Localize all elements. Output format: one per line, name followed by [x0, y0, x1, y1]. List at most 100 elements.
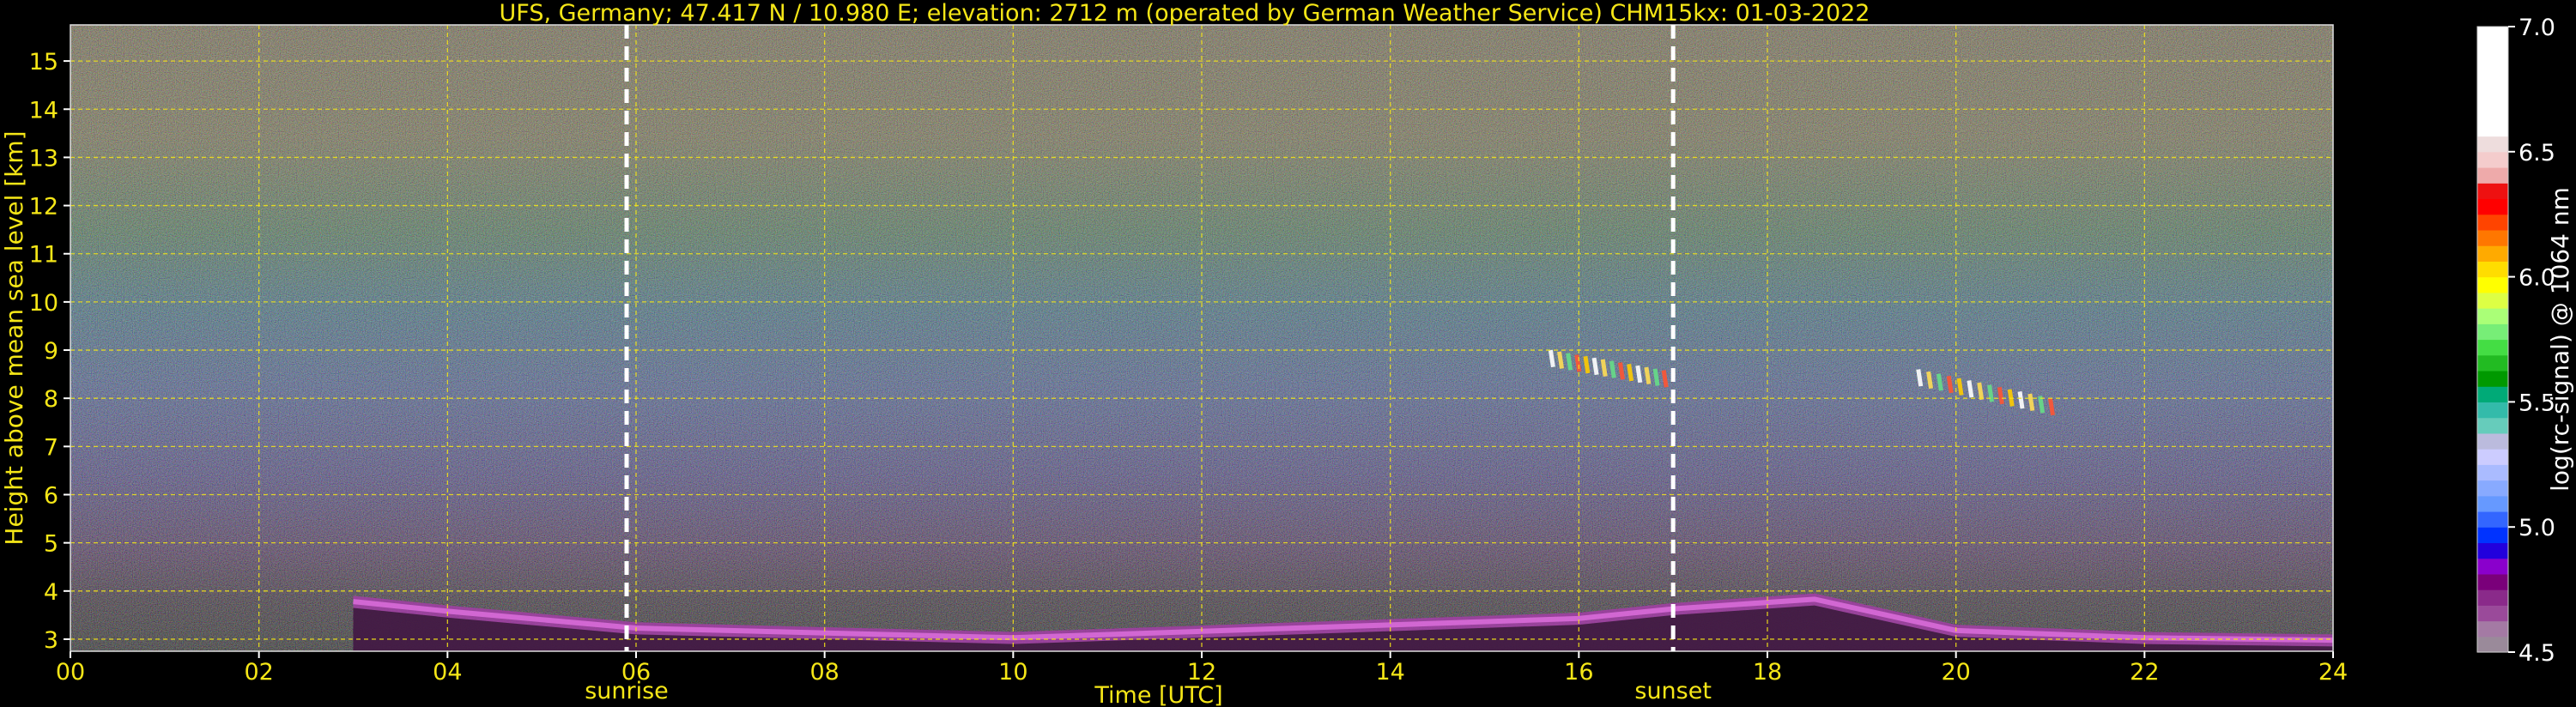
cloud-mark	[1627, 363, 1634, 382]
x-tick-label: 02	[244, 659, 273, 686]
colorbar-segment	[2477, 214, 2508, 231]
y-tick-label: 7	[44, 434, 58, 461]
x-tick-label: 22	[2130, 659, 2159, 686]
cloud-mark	[1967, 380, 1974, 398]
colorbar-segment	[2477, 73, 2508, 90]
colorbar-segment	[2477, 151, 2508, 168]
x-tick-label: 24	[2318, 659, 2348, 686]
cloud-mark	[1609, 360, 1616, 378]
colorbar-tick-label: 7.0	[2518, 15, 2555, 41]
y-tick-label: 6	[44, 483, 58, 510]
y-tick-label: 9	[44, 338, 58, 365]
colorbar-segment	[2477, 136, 2508, 153]
colorbar-segment	[2477, 276, 2508, 293]
colorbar-segment	[2477, 370, 2508, 387]
colorbar-segment	[2477, 527, 2508, 544]
sunset-label: sunset	[1634, 678, 1712, 704]
cloud-mark	[1987, 384, 1995, 402]
y-tick-label: 8	[44, 386, 58, 413]
x-tick-label: 14	[1375, 659, 1404, 686]
cloud-mark	[1661, 370, 1669, 388]
y-tick-label: 10	[29, 290, 58, 317]
cloud-mark	[1977, 382, 1985, 401]
cloud-mark	[1956, 378, 1964, 396]
colorbar-segment	[2477, 402, 2508, 419]
colorbar-segment	[2477, 308, 2508, 324]
colorbar-segment	[2477, 464, 2508, 481]
cloud-mark	[1652, 368, 1660, 386]
cloud-mark	[1916, 369, 1924, 387]
colorbar-label: log(rc-signal) @ 1064 nm	[2546, 187, 2574, 492]
colorbar-segment	[2477, 605, 2508, 622]
cloud-mark	[1946, 375, 1954, 394]
colorbar-segment	[2477, 245, 2508, 262]
ceilometer-chart: 00 02 04 06 08 10 12 14 16 18 20 22 2434567891011121…	[0, 0, 2574, 707]
y-axis-label: Height above mean sea level [km]	[0, 130, 28, 545]
y-tick-label: 14	[29, 97, 58, 124]
colorbar-segment	[2477, 229, 2508, 246]
colorbar-segment	[2477, 480, 2508, 497]
cloud-mark	[1591, 357, 1599, 376]
cloud-mark	[1566, 353, 1573, 371]
colorbar-segment	[2477, 120, 2508, 137]
colorbar-segment	[2477, 558, 2508, 575]
colorbar-segment	[2477, 449, 2508, 465]
cloud-mark	[1583, 355, 1591, 374]
colorbar-segment	[2477, 323, 2508, 341]
colorbar-segment	[2477, 589, 2508, 606]
colorbar-segment	[2477, 386, 2508, 402]
x-tick-label: 16	[1564, 659, 1593, 686]
y-tick-label: 3	[44, 627, 58, 654]
cloud-mark	[2017, 391, 2025, 409]
colorbar-segment	[2477, 167, 2508, 184]
cloud-mark	[1926, 371, 1934, 390]
y-tick-label: 4	[44, 579, 58, 606]
y-tick-label: 13	[29, 145, 58, 172]
colorbar-segment	[2477, 198, 2508, 215]
x-tick-label: 00	[56, 659, 85, 686]
colorbar-tick-label: 5.0	[2518, 515, 2555, 541]
colorbar-segment	[2477, 88, 2508, 106]
cloud-mark	[1997, 386, 2004, 405]
cloud-mark	[1635, 365, 1643, 384]
x-tick-label: 10	[998, 659, 1027, 686]
colorbar-tick-label: 4.5	[2518, 640, 2555, 667]
cloud-mark	[1644, 366, 1652, 385]
colorbar-segment	[2477, 636, 2508, 653]
y-tick-label: 5	[44, 531, 58, 558]
cloud-mark	[2048, 397, 2055, 416]
colorbar-segment	[2477, 57, 2508, 75]
ceilometer-figure: 00 02 04 06 08 10 12 14 16 18 20 22 24 3 4 5 6 7 8 9 10 11 12 1…	[0, 0, 2576, 707]
cloud-mark	[1936, 373, 1943, 391]
colorbar-segment	[2477, 495, 2508, 512]
colorbar-segment	[2477, 417, 2508, 434]
x-tick-label: 20	[1941, 659, 1970, 686]
colorbar-segment	[2477, 183, 2508, 200]
colorbar-segment	[2477, 573, 2508, 590]
cloud-mark	[1600, 359, 1608, 377]
y-tick-label: 15	[29, 49, 58, 76]
colorbar-segment	[2477, 105, 2508, 121]
colorbar-segment	[2477, 261, 2508, 278]
chart-title: UFS, Germany; 47.417 N / 10.980 E; eleva…	[500, 0, 1870, 27]
x-tick-label: 08	[809, 659, 839, 686]
y-tick-label: 12	[29, 194, 58, 221]
sunrise-label: sunrise	[585, 678, 669, 704]
colorbar-segment	[2477, 432, 2508, 450]
cloud-mark	[2027, 393, 2035, 412]
colorbar-segment	[2477, 292, 2508, 309]
x-tick-label: 04	[433, 659, 462, 686]
colorbar-segment	[2477, 620, 2508, 638]
x-tick-label: 18	[1753, 659, 1782, 686]
cloud-mark	[1618, 362, 1625, 380]
cloud-mark	[1548, 349, 1555, 368]
colorbar-tick-label: 6.5	[2518, 140, 2555, 166]
y-tick-label: 11	[29, 242, 58, 269]
colorbar-segment	[2477, 354, 2508, 372]
colorbar-segment	[2477, 511, 2508, 528]
x-axis-label: Time [UTC]	[1094, 682, 1222, 707]
colorbar-segment	[2477, 339, 2508, 356]
cloud-mark	[1557, 351, 1564, 369]
colorbar-segment	[2477, 27, 2508, 43]
colorbar-segment	[2477, 542, 2508, 559]
